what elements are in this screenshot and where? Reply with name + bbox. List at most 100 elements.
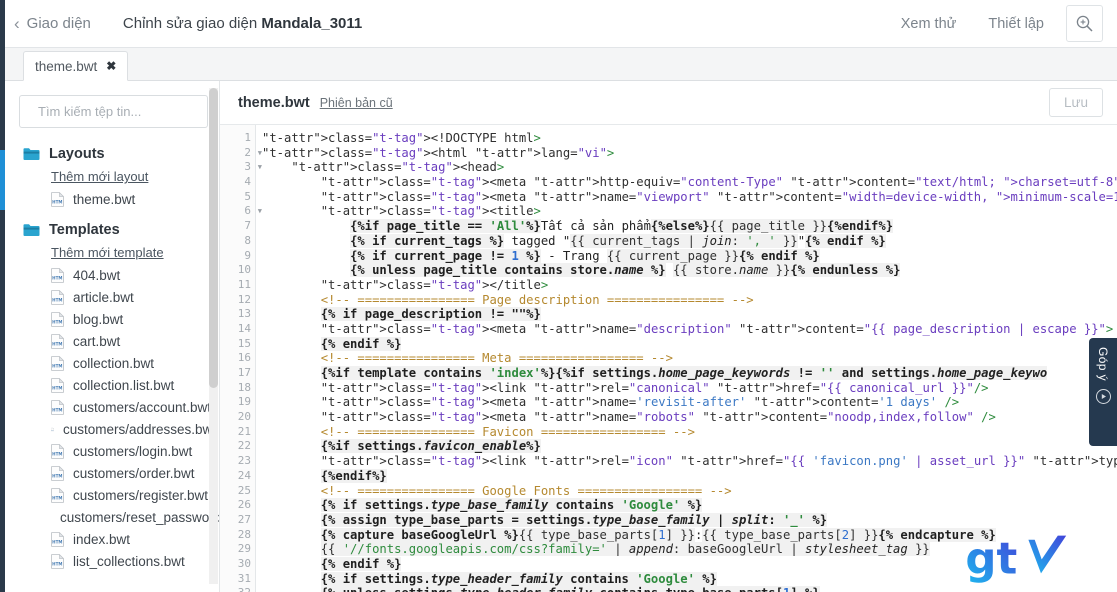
preview-link[interactable]: Xem thử — [885, 16, 973, 32]
line-number: 14 — [237, 321, 251, 335]
fold-triangle-icon[interactable]: ▼ — [254, 204, 262, 219]
theme-editor-app: ‹ Giao diện Chỉnh sửa giao diện Mandala_… — [0, 0, 1117, 592]
file-name: customers/login.bwt — [73, 443, 193, 459]
code-line: <!-- ================ Favicon ==========… — [320, 424, 695, 439]
html-file-icon: HTM — [51, 465, 64, 481]
file-row[interactable]: HTM cart.bwt — [5, 330, 222, 352]
feedback-side-tab[interactable]: Góp ý — [1089, 338, 1117, 446]
line-number: 1 — [244, 131, 251, 144]
code-line: {% if settings.type_base_family contains… — [320, 498, 703, 513]
code-line: "t-attr">class="t-tag"><meta "t-attr">na… — [320, 395, 960, 410]
file-row[interactable]: HTM collection.bwt — [5, 352, 222, 374]
code-line: {%if template contains 'index'%}{%if set… — [320, 366, 1048, 380]
folder-layouts[interactable]: Layouts — [5, 141, 222, 167]
sidebar-scrollbar[interactable] — [209, 88, 218, 584]
feedback-label: Góp ý — [1096, 347, 1110, 382]
code-line: "t-attr">class="t-tag"><link "t-attr">re… — [320, 454, 1117, 469]
folder-icon — [23, 148, 40, 160]
page-title-theme-name: Mandala_3011 — [261, 15, 363, 32]
file-row[interactable]: HTM 404.bwt — [5, 264, 222, 286]
file-row[interactable]: HTM customers/login.bwt — [5, 440, 222, 462]
file-name: index.bwt — [73, 531, 131, 547]
line-number: 22 — [237, 439, 251, 453]
line-number: 3 ▼ — [244, 160, 262, 174]
code-line: <!-- ================ Page description =… — [320, 292, 754, 307]
file-tab-theme-bwt[interactable]: theme.bwt ✖ — [23, 51, 129, 81]
line-number: 9 — [244, 248, 251, 262]
close-icon[interactable]: ✖ — [106, 60, 116, 72]
svg-text:HTM: HTM — [52, 363, 62, 368]
file-row[interactable]: HTM customers/order.bwt — [5, 462, 222, 484]
editor-filename: theme.bwt — [238, 94, 310, 111]
fold-triangle-icon[interactable]: ▼ — [254, 146, 262, 161]
svg-text:HTM: HTM — [52, 473, 62, 478]
settings-link[interactable]: Thiết lập — [972, 16, 1060, 32]
svg-text:HTM: HTM — [52, 539, 62, 544]
search-box[interactable] — [19, 95, 214, 128]
line-number: 6 ▼ — [244, 204, 262, 218]
svg-text:HTM: HTM — [52, 319, 62, 324]
line-number: 16 — [237, 351, 251, 365]
file-name: customers/reset_password.bwt — [60, 509, 222, 525]
code-line: {% if current_page != 1 %} - Trang {{ cu… — [350, 248, 820, 263]
add-new-template-link[interactable]: Thêm mới template — [51, 245, 222, 260]
html-file-icon: HTM — [51, 377, 64, 393]
code-line: {% if page_description != ""%} — [320, 307, 541, 322]
svg-text:HTM: HTM — [52, 407, 62, 412]
code-line: {% endif %} — [320, 336, 402, 351]
file-row[interactable]: HTM customers/reset_password.bwt — [5, 506, 222, 528]
file-row[interactable]: HTM index.bwt — [5, 528, 222, 550]
html-file-icon: HTM — [51, 311, 64, 327]
file-row[interactable]: HTM customers/register.bwt — [5, 484, 222, 506]
file-row[interactable]: HTM collection.list.bwt — [5, 374, 222, 396]
line-number: 24 — [237, 468, 251, 482]
back-link-label: Giao diện — [26, 15, 91, 32]
svg-text:HTM: HTM — [52, 451, 62, 456]
line-number: 30 — [237, 556, 251, 570]
svg-text:HTM: HTM — [52, 561, 62, 566]
code-line: "t-attr">class="t-tag"><meta "t-attr">ht… — [320, 175, 1117, 190]
code-area[interactable]: 1 2 ▼ 3 ▼ 4 5 6 ▼ 7 8 9 10 11 12 13 14 15 16 17 18 19 20 21 22 23… — [220, 125, 1117, 592]
code-line: {% if settings.type_header_family contai… — [320, 571, 717, 586]
file-row[interactable]: HTM customers/account.bwt — [5, 396, 222, 418]
left-rail-accent — [0, 150, 5, 210]
code-line: "t-attr">class="t-tag"><!DOCTYPE html> — [262, 131, 541, 145]
play-circle-icon — [1095, 389, 1111, 405]
line-number: 25 — [237, 483, 251, 497]
file-name: list_collections.bwt — [73, 553, 185, 569]
back-to-themes-link[interactable]: ‹ Giao diện — [14, 15, 91, 32]
save-button[interactable]: Lưu — [1048, 88, 1103, 117]
add-new-layout-link[interactable]: Thêm mới layout — [51, 169, 222, 184]
sidebar-scrollbar-thumb[interactable] — [209, 88, 218, 388]
file-row[interactable]: HTM list_collections.bwt — [5, 550, 222, 572]
zoom-in-button[interactable] — [1066, 5, 1103, 42]
file-name: customers/order.bwt — [73, 465, 195, 481]
file-row[interactable]: HTM theme.bwt — [5, 188, 222, 210]
svg-text:HTM: HTM — [52, 341, 62, 346]
file-row[interactable]: HTM article.bwt — [5, 286, 222, 308]
file-row[interactable]: HTM customers/addresses.bwt — [5, 418, 222, 440]
chevron-left-icon: ‹ — [14, 14, 20, 33]
folder-layouts-label: Layouts — [49, 146, 105, 162]
old-version-link[interactable]: Phiên bản cũ — [320, 96, 393, 110]
code-content[interactable]: "t-attr">class="t-tag"><!DOCTYPE html> "t… — [256, 125, 1117, 592]
file-name: collection.bwt — [73, 355, 155, 371]
file-name: blog.bwt — [73, 311, 124, 327]
folder-templates-label: Templates — [49, 222, 120, 238]
fold-triangle-icon[interactable]: ▼ — [254, 160, 262, 175]
search-input[interactable] — [38, 104, 214, 119]
line-number: 13 — [237, 307, 251, 321]
page-title: Chỉnh sửa giao diện Mandala_3011 — [123, 15, 362, 32]
code-editor-panel: theme.bwt Phiên bản cũ Lưu 1 2 ▼ 3 ▼ 4 5 6 ▼ 7 8 9 1… — [220, 81, 1117, 592]
folder-icon — [23, 224, 40, 236]
file-tree: Layouts Thêm mới layout HTM theme.bwt Te… — [5, 128, 222, 592]
editor-header: theme.bwt Phiên bản cũ Lưu — [220, 81, 1117, 125]
line-number: 12 — [237, 292, 251, 306]
code-line: "t-attr">class="t-tag"><meta "t-attr">na… — [320, 321, 1114, 336]
file-row[interactable]: HTM blog.bwt — [5, 308, 222, 330]
line-number: 4 — [244, 175, 251, 189]
html-file-icon: HTM — [51, 553, 64, 569]
folder-templates[interactable]: Templates — [5, 217, 222, 243]
file-explorer-sidebar: Layouts Thêm mới layout HTM theme.bwt Te… — [5, 81, 222, 592]
top-header-bar: ‹ Giao diện Chỉnh sửa giao diện Mandala_… — [0, 0, 1117, 48]
